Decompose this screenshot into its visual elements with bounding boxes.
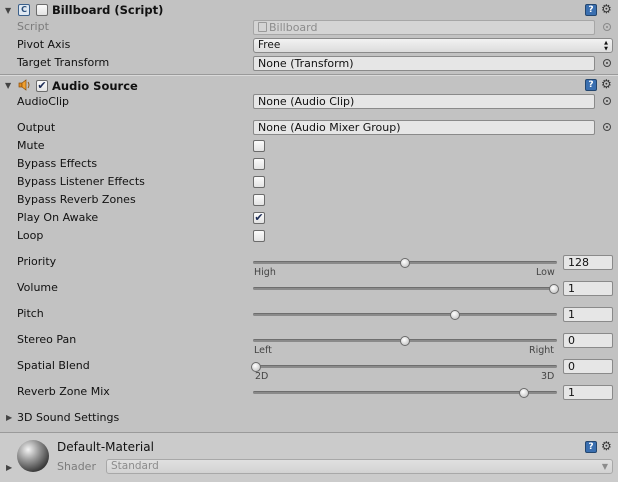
target-transform-value: None (Transform)	[258, 57, 354, 70]
bypass-effects-checkbox[interactable]	[253, 158, 265, 170]
pitch-label: Pitch	[17, 307, 44, 320]
target-transform-label: Target Transform	[17, 56, 110, 69]
billboard-foldout-icon[interactable]: ▼	[5, 6, 11, 15]
volume-slider-thumb[interactable]	[549, 284, 559, 294]
priority-slider-thumb[interactable]	[400, 258, 410, 268]
pitch-slider-track[interactable]	[253, 313, 557, 316]
output-value: None (Audio Mixer Group)	[258, 121, 401, 134]
reverb-zone-mix-slider-track[interactable]	[253, 391, 557, 394]
script-value: Billboard	[269, 21, 318, 34]
priority-min-label: High	[254, 267, 276, 278]
volume-value: 1	[568, 282, 575, 295]
spatial-blend-label: Spatial Blend	[17, 359, 90, 372]
material-settings-gear-icon[interactable]: ⚙	[601, 440, 612, 452]
billboard-enabled-checkbox[interactable]	[36, 4, 48, 16]
mute-label: Mute	[17, 139, 45, 152]
volume-slider-track[interactable]	[253, 287, 557, 290]
shader-dropdown[interactable]: Standard ▼	[106, 459, 613, 474]
priority-label: Priority	[17, 255, 57, 268]
spatial-blend-min-label: 2D	[255, 371, 269, 382]
stereo-pan-slider-thumb[interactable]	[400, 336, 410, 346]
priority-value: 128	[568, 256, 589, 269]
stereo-pan-max-label: Right	[529, 345, 555, 356]
loop-label: Loop	[17, 229, 44, 242]
script-label: Script	[17, 20, 49, 33]
component-divider-highlight	[0, 75, 618, 76]
audioclip-field[interactable]: None (Audio Clip)	[253, 94, 595, 109]
audioclip-value: None (Audio Clip)	[258, 95, 355, 108]
material-help-icon[interactable]: ?	[585, 441, 597, 453]
target-transform-picker-icon[interactable]	[603, 59, 611, 67]
billboard-title: Billboard (Script)	[52, 3, 164, 17]
bypass-listener-effects-label: Bypass Listener Effects	[17, 175, 145, 188]
material-name: Default-Material	[57, 440, 154, 454]
script-object-picker-icon	[603, 23, 611, 31]
audio-source-enabled-checkbox[interactable]: ✔	[36, 80, 48, 92]
stereo-pan-value: 0	[568, 334, 575, 347]
stereo-pan-label: Stereo Pan	[17, 333, 77, 346]
priority-value-field[interactable]: 128	[563, 255, 613, 270]
reverb-zone-mix-slider-thumb[interactable]	[519, 388, 530, 398]
billboard-help-icon[interactable]: ?	[585, 4, 597, 16]
bypass-reverb-zones-checkbox[interactable]	[253, 194, 265, 206]
shader-label: Shader	[57, 460, 96, 473]
material-foldout-icon[interactable]: ▶	[6, 463, 12, 472]
audio-source-settings-gear-icon[interactable]: ⚙	[601, 78, 612, 90]
play-on-awake-checkbox[interactable]: ✔	[253, 212, 265, 224]
pitch-slider-thumb[interactable]	[449, 310, 460, 320]
output-label: Output	[17, 121, 56, 134]
bypass-reverb-zones-label: Bypass Reverb Zones	[17, 193, 136, 206]
script-file-icon	[258, 22, 267, 32]
volume-value-field[interactable]: 1	[563, 281, 613, 296]
audioclip-picker-icon[interactable]	[603, 97, 611, 105]
volume-label: Volume	[17, 281, 58, 294]
target-transform-field[interactable]: None (Transform)	[253, 56, 595, 71]
mute-checkbox[interactable]	[253, 140, 265, 152]
reverb-zone-mix-label: Reverb Zone Mix	[17, 385, 110, 398]
pivot-axis-label: Pivot Axis	[17, 38, 71, 51]
play-on-awake-label: Play On Awake	[17, 211, 99, 224]
speaker-icon	[18, 79, 32, 91]
material-preview-sphere	[17, 440, 49, 472]
sound-settings-label[interactable]: 3D Sound Settings	[17, 411, 119, 424]
spatial-blend-max-label: 3D	[541, 371, 555, 382]
reverb-zone-mix-value: 1	[568, 386, 575, 399]
pitch-value-field[interactable]: 1	[563, 307, 613, 322]
priority-max-label: Low	[536, 267, 555, 278]
audio-source-foldout-icon[interactable]: ▼	[5, 81, 11, 90]
stereo-pan-value-field[interactable]: 0	[563, 333, 613, 348]
shader-dropdown-caret-icon: ▼	[601, 462, 608, 471]
material-section: Default-Material ? ⚙ ▶ Shader Standard ▼	[0, 433, 618, 482]
shader-value: Standard	[111, 460, 159, 472]
loop-checkbox[interactable]	[253, 230, 265, 242]
billboard-settings-gear-icon[interactable]: ⚙	[601, 3, 612, 15]
dropdown-caret-icon: ▲ ▼	[604, 40, 608, 52]
spatial-blend-value-field[interactable]: 0	[563, 359, 613, 374]
bypass-effects-label: Bypass Effects	[17, 157, 98, 170]
audio-source-title: Audio Source	[52, 79, 138, 93]
billboard-component: ▼ C Billboard (Script) ? ⚙ Script Billbo…	[0, 0, 618, 74]
pivot-axis-value: Free	[258, 39, 281, 51]
reverb-zone-mix-value-field[interactable]: 1	[563, 385, 613, 400]
script-component-icon: C	[18, 4, 30, 16]
stereo-pan-min-label: Left	[254, 345, 272, 356]
spatial-blend-value: 0	[568, 360, 575, 373]
output-field[interactable]: None (Audio Mixer Group)	[253, 120, 595, 135]
output-picker-icon[interactable]	[603, 123, 611, 131]
sound-settings-foldout-icon[interactable]: ▶	[6, 413, 12, 422]
audio-source-help-icon[interactable]: ?	[585, 79, 597, 91]
script-field: Billboard	[253, 20, 595, 35]
pivot-axis-dropdown[interactable]: Free ▲ ▼	[253, 38, 613, 53]
spatial-blend-slider-track[interactable]	[253, 365, 557, 368]
bypass-listener-effects-checkbox[interactable]	[253, 176, 265, 188]
pitch-value: 1	[568, 308, 575, 321]
audioclip-label: AudioClip	[17, 95, 70, 108]
